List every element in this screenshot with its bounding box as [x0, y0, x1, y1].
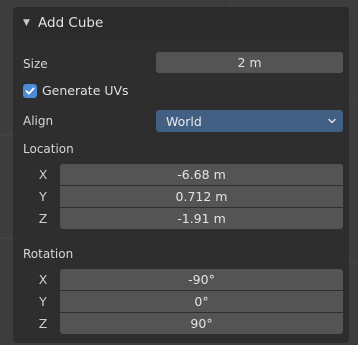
align-label: Align	[23, 114, 54, 128]
adjust-last-operation-panel: ▼ Add Cube Size 2 m Generate UVs Align W…	[13, 7, 349, 343]
rotation-z-field[interactable]: 90°	[60, 313, 343, 334]
checkmark-icon	[25, 87, 35, 95]
rotation-z-label: Z	[38, 316, 48, 331]
chevron-down-icon	[328, 118, 336, 124]
location-z-field[interactable]: -1.91 m	[60, 208, 343, 229]
rotation-y-field[interactable]: 0°	[60, 291, 343, 312]
location-x-field[interactable]: -6.68 m	[60, 164, 343, 185]
location-label: Location	[23, 142, 74, 156]
rotation-x-field[interactable]: -90°	[60, 269, 343, 290]
location-z-label: Z	[38, 211, 48, 226]
location-y-label: Y	[39, 189, 47, 204]
align-dropdown-value: World	[166, 113, 202, 129]
rotation-x-label: X	[38, 272, 48, 287]
panel-title: Add Cube	[38, 15, 104, 31]
triangle-down-icon[interactable]: ▼	[23, 18, 33, 28]
size-field[interactable]: 2 m	[156, 52, 343, 73]
size-label: Size	[23, 57, 48, 71]
rotation-label: Rotation	[23, 247, 74, 261]
panel-header[interactable]: ▼ Add Cube	[13, 7, 349, 39]
location-y-field[interactable]: 0.712 m	[60, 186, 343, 207]
align-dropdown[interactable]: World	[156, 110, 343, 132]
generate-uvs-label[interactable]: Generate UVs	[42, 84, 129, 98]
generate-uvs-checkbox[interactable]	[23, 84, 37, 98]
rotation-y-label: Y	[39, 294, 47, 309]
3d-viewport[interactable]: ▼ Add Cube Size 2 m Generate UVs Align W…	[0, 0, 358, 345]
location-x-label: X	[38, 167, 48, 182]
